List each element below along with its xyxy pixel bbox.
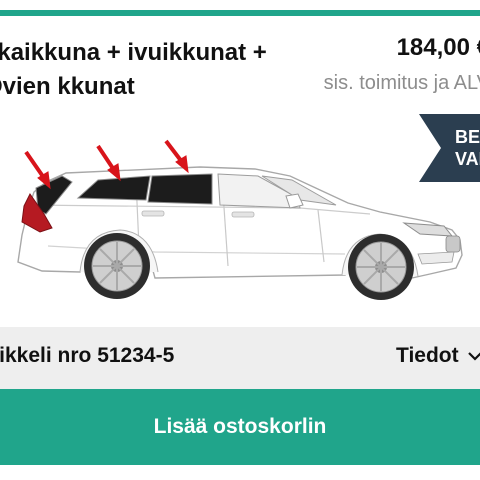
rear-door-window — [147, 173, 213, 205]
rear-wheel — [84, 233, 150, 299]
product-title: akaikkuna + ivuikkunat + Ovien kkunat — [0, 39, 267, 100]
product-price: 184,00 € — [396, 34, 480, 61]
details-toggle[interactable]: Tiedot — [396, 344, 480, 368]
arrow-rear-window — [24, 150, 51, 190]
details-label: Tiedot — [396, 344, 459, 367]
chevron-down-icon — [467, 344, 480, 368]
top-header — [0, 0, 480, 16]
article-number: rtikkeli nro 51234-5 — [0, 344, 175, 367]
accent-stripe — [0, 10, 480, 16]
price-note: sis. toimitus ja ALV — [323, 72, 480, 94]
add-to-cart-button[interactable]: Lisää ostoskorlin — [0, 389, 480, 465]
car-illustration — [17, 139, 463, 300]
article-info-bar: rtikkeli nro 51234-5 Tiedot — [0, 327, 480, 389]
front-wheel — [348, 234, 414, 300]
bottom-strip — [0, 465, 480, 480]
